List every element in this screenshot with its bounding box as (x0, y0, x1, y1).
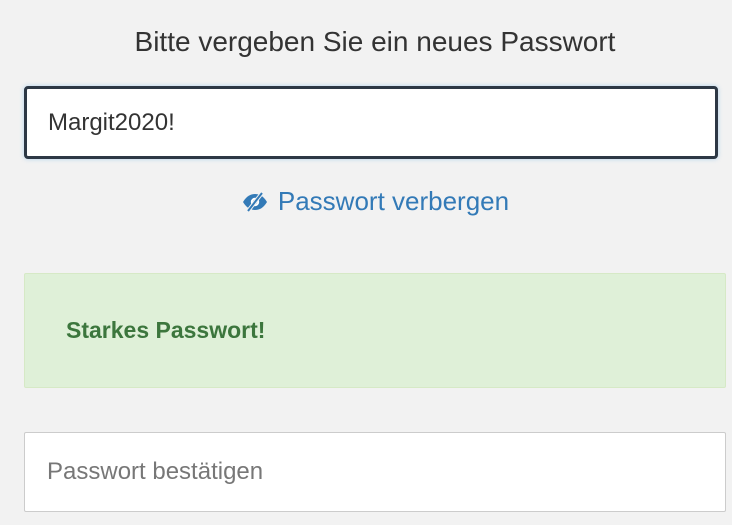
password-strength-alert: Starkes Passwort! (24, 273, 726, 388)
hide-password-link[interactable]: Passwort verbergen (0, 186, 732, 217)
hide-password-label[interactable]: Passwort verbergen (278, 186, 509, 217)
confirm-password-input[interactable] (24, 432, 726, 512)
password-strength-message: Starkes Passwort! (66, 317, 266, 343)
new-password-input[interactable] (24, 86, 718, 159)
eye-slash-icon (241, 191, 269, 212)
form-title: Bitte vergeben Sie ein neues Passwort (134, 26, 616, 57)
password-reset-form: Bitte vergeben Sie ein neues Passwort Pa… (0, 0, 732, 525)
